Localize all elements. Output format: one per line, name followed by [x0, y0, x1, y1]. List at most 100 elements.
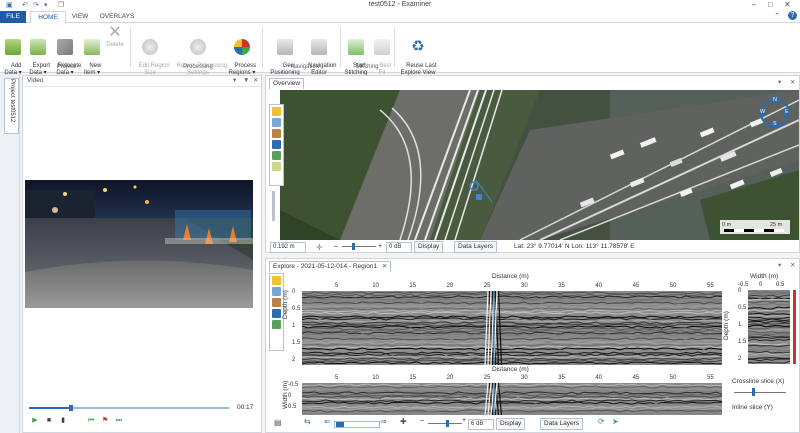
gain-slider-handle[interactable]: [352, 243, 355, 250]
play-icon[interactable]: ▶: [31, 417, 39, 425]
tab-overlays[interactable]: OVERLAYS: [96, 11, 138, 23]
ribbon-collapse-icon[interactable]: ⌃: [774, 12, 780, 20]
crossline-slice-image[interactable]: [748, 290, 790, 364]
overview-display-button[interactable]: Display: [414, 241, 444, 253]
crosshair-icon[interactable]: ✚: [400, 417, 407, 426]
distance-tick: 10: [372, 283, 379, 289]
crossline-slider-handle[interactable]: [752, 388, 755, 396]
hand-pan-icon[interactable]: [272, 276, 281, 285]
delete-button[interactable]: ✕ Delete: [104, 25, 126, 49]
coordinates-readout: Lat: 23° 9.77014' N Lon: 113° 11.78578' …: [514, 243, 635, 250]
width-radargram[interactable]: [302, 383, 722, 415]
layers-icon[interactable]: [272, 162, 281, 171]
sync-icon[interactable]: ⟳: [598, 417, 605, 426]
map-scale-value: 25 m: [770, 222, 783, 228]
distance-tick: 55: [707, 283, 714, 289]
gain-slider[interactable]: [342, 246, 376, 247]
distance-tick: 40: [595, 283, 603, 289]
flag-icon[interactable]: [272, 309, 281, 318]
slice-x-tick: 0.5: [776, 282, 785, 288]
video-seek-handle[interactable]: [69, 405, 73, 411]
explore-db-field[interactable]: 6 dB: [468, 419, 494, 430]
ruler-icon[interactable]: [272, 298, 281, 307]
panel-dropdown-icon[interactable]: ▾: [778, 261, 781, 269]
depth-tick: 1.5: [292, 340, 301, 346]
depth-radargram[interactable]: [302, 291, 722, 365]
top-distance-label: Distance (m): [492, 273, 529, 280]
forward-icon[interactable]: ⏭: [115, 417, 123, 425]
crossline-slider[interactable]: [734, 392, 786, 393]
map-zoom-slider[interactable]: [272, 191, 275, 221]
overview-tab[interactable]: Overview: [269, 78, 305, 89]
compass-icon[interactable]: N E S W: [759, 97, 790, 128]
panel-dropdown-icon[interactable]: ▾: [778, 78, 781, 86]
zoom-in-icon[interactable]: +: [378, 241, 382, 252]
swap-arrows-icon[interactable]: ⇆: [304, 417, 311, 426]
move-icon[interactable]: ✛: [316, 242, 323, 253]
zoom-out-icon[interactable]: –: [334, 241, 338, 252]
start-stitching-icon: [348, 39, 364, 55]
flag-icon[interactable]: [272, 140, 281, 149]
panel-close-icon[interactable]: ✕: [790, 261, 795, 269]
zoom-out-icon[interactable]: –: [420, 417, 424, 424]
ruler-icon[interactable]: [272, 129, 281, 138]
rewind-icon[interactable]: ⏮: [87, 417, 95, 425]
window-title: test0512 - Examiner: [368, 1, 432, 8]
explore-gain-slider-handle[interactable]: [446, 420, 449, 427]
close-icon[interactable]: ✕: [784, 0, 791, 9]
panel-dropdown-icon[interactable]: ▾: [233, 76, 236, 86]
dashcam-scene: [25, 180, 253, 308]
zoom-icon[interactable]: [272, 118, 281, 127]
video-seek-bar[interactable]: [29, 405, 229, 411]
grid-icon[interactable]: [272, 151, 281, 160]
zoom-in-icon[interactable]: +: [462, 417, 466, 424]
maximize-icon[interactable]: □: [768, 0, 773, 9]
scale-field[interactable]: 0.192 m: [270, 242, 306, 253]
distance-tick: 30: [521, 283, 528, 289]
video-seek-fill: [29, 407, 71, 409]
explore-scrollbar[interactable]: [334, 421, 380, 428]
help-icon[interactable]: ?: [788, 11, 797, 20]
distance-tick: 40: [595, 375, 603, 381]
ribbon-separator: [340, 27, 341, 67]
satellite-map[interactable]: N E S W 0 m 25 m: [280, 90, 799, 240]
overview-db-field[interactable]: 0 dB: [386, 242, 412, 253]
hand-pan-icon[interactable]: [272, 107, 281, 116]
video-panel: Video ▾ ▼ ✕ 00:17 ▶ ■ ▮ ⏮ ⚑ ⏭: [22, 75, 262, 433]
zoom-icon[interactable]: [272, 287, 281, 296]
overview-data-layers-button[interactable]: Data Layers: [454, 241, 498, 253]
marker-icon[interactable]: ⚑: [101, 417, 109, 425]
distance-tick: 20: [446, 283, 454, 289]
ribbon-separator: [130, 27, 131, 67]
distance-tick: 35: [558, 283, 565, 289]
delete-icon: ✕: [108, 24, 122, 41]
project-tab[interactable]: Project test0512: [4, 78, 19, 134]
explore-scrollbar-thumb[interactable]: [336, 422, 344, 427]
slice-width-label: Width (m): [750, 273, 779, 280]
depth-tick: 0.5: [292, 306, 301, 312]
navigate-icon[interactable]: ➤: [612, 417, 619, 426]
distance-tick: 50: [669, 375, 677, 381]
profile-icon[interactable]: [272, 320, 281, 329]
compass-west: W: [759, 109, 767, 115]
navigation-editor-icon: [311, 39, 327, 55]
explore-data-layers-button[interactable]: Data Layers: [540, 418, 584, 430]
explore-display-button[interactable]: Display: [496, 418, 526, 430]
group-stitching-label: Stitching: [355, 64, 379, 70]
stop-icon[interactable]: ■: [45, 417, 53, 425]
minimize-icon[interactable]: –: [752, 0, 756, 9]
scroll-left-icon[interactable]: ⇐: [324, 417, 331, 426]
distance-tick: 5: [335, 375, 339, 381]
explore-gain-slider[interactable]: [428, 423, 462, 424]
tab-close-icon[interactable]: ✕: [382, 263, 387, 270]
layout-icon[interactable]: ▤: [274, 418, 282, 427]
depth-tick: 1: [292, 323, 296, 329]
panel-close-icon[interactable]: ✕: [790, 78, 795, 86]
pin-icon[interactable]: ▼: [243, 76, 249, 86]
tab-view[interactable]: VIEW: [66, 11, 94, 23]
tab-file[interactable]: FILE: [0, 11, 26, 23]
pause-icon[interactable]: ▮: [59, 417, 67, 425]
explore-tab[interactable]: Explore - 2021-05-12-014 - Region1 ✕: [269, 261, 392, 272]
panel-close-icon[interactable]: ✕: [253, 76, 258, 86]
scroll-right-icon[interactable]: ⇒: [380, 417, 387, 426]
